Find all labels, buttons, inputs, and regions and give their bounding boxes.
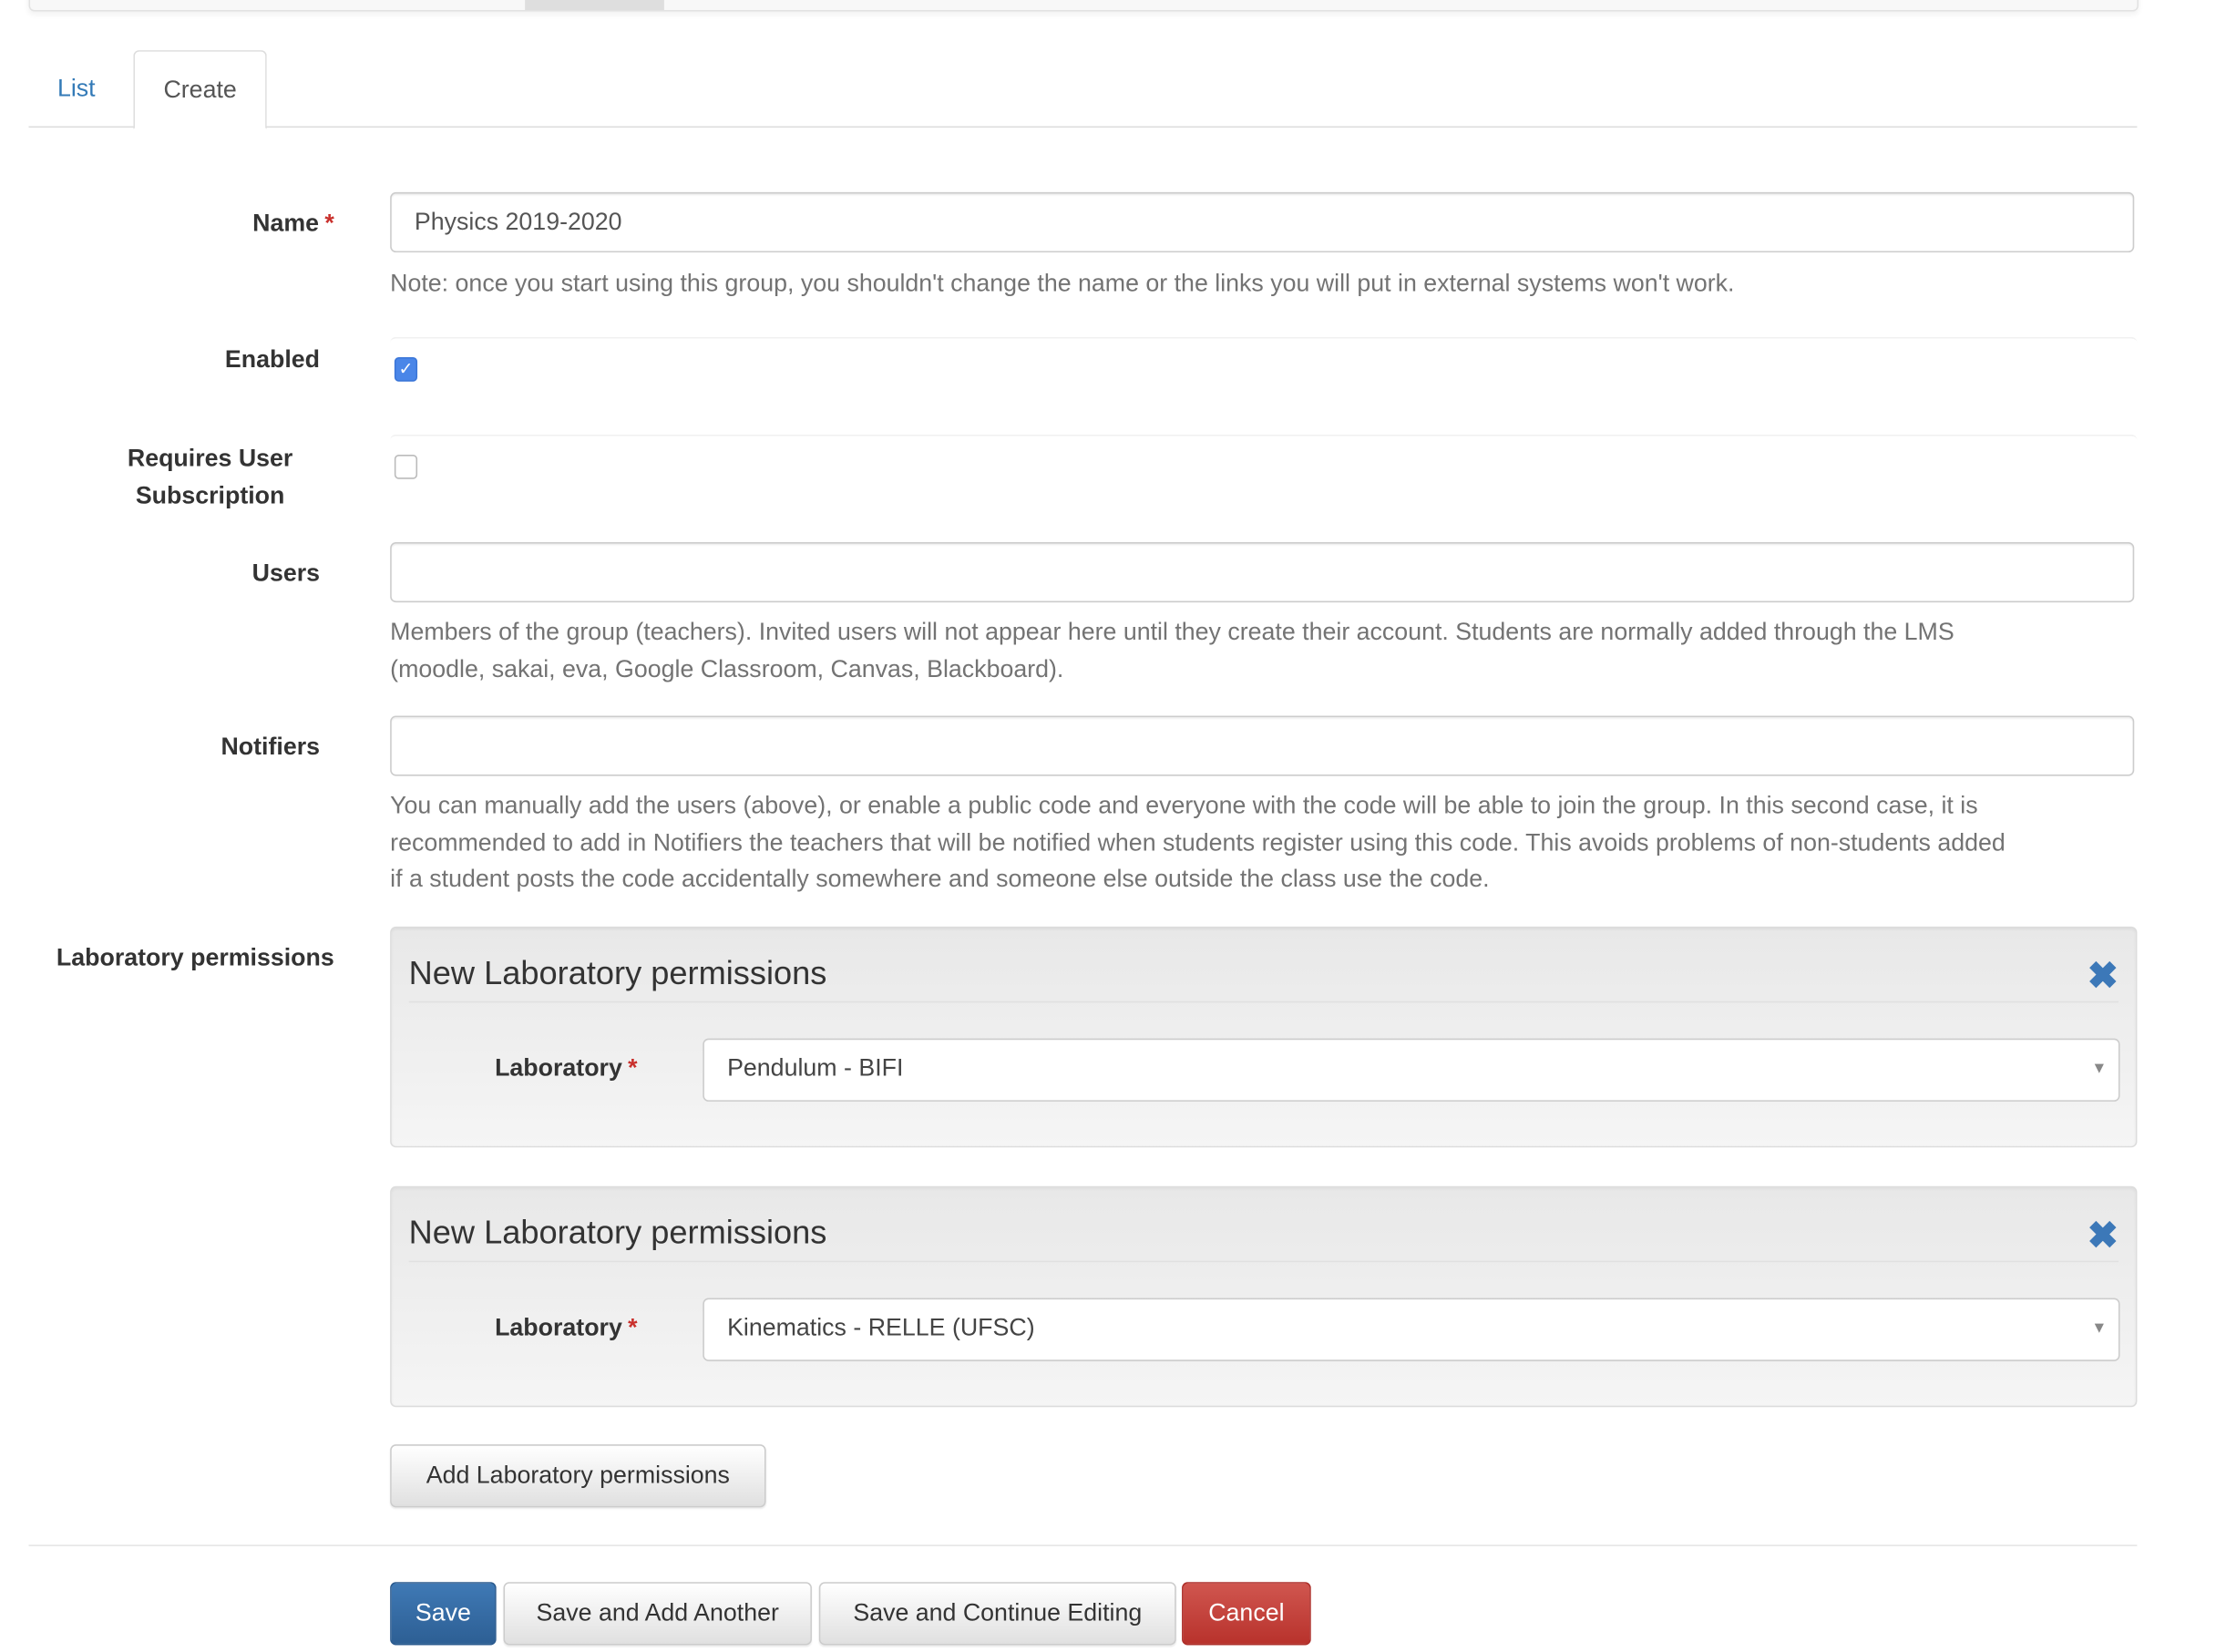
laboratory-select[interactable]: Pendulum - BIFI ▼ xyxy=(703,1038,2120,1102)
required-marker: * xyxy=(628,1053,638,1082)
chevron-down-icon: ▼ xyxy=(2091,1060,2108,1078)
save-and-add-another-button[interactable]: Save and Add Another xyxy=(503,1582,812,1646)
save-button[interactable]: Save xyxy=(390,1582,497,1646)
navbar-active-item[interactable] xyxy=(525,0,664,11)
page: List Create Name * Physics 2019-2020 Note… xyxy=(0,0,2216,1652)
laboratory-label: Laboratory * xyxy=(495,1314,637,1342)
notifiers-help-line: recommended to add in Notifiers the teac… xyxy=(390,828,2006,856)
panel-title: New Laboratory permissions xyxy=(408,953,827,991)
panel-divider xyxy=(408,1000,2119,1003)
laboratory-select-value: Pendulum - BIFI xyxy=(727,1053,904,1082)
panel-title: New Laboratory permissions xyxy=(408,1213,827,1251)
tab-list[interactable]: List xyxy=(28,50,124,126)
laboratory-select-value: Kinematics - RELLE (UFSC) xyxy=(727,1313,1035,1341)
notifiers-input[interactable] xyxy=(390,715,2135,776)
users-label: Users xyxy=(251,559,321,587)
notifiers-help-line: if a student posts the code accidentally… xyxy=(390,865,1490,893)
notifiers-label: Notifiers xyxy=(221,733,321,761)
cancel-button[interactable]: Cancel xyxy=(1182,1582,1311,1646)
notifiers-help-line: You can manually add the users (above), … xyxy=(390,791,1978,819)
laboratory-label: Laboratory * xyxy=(495,1054,637,1083)
divider xyxy=(28,1544,2138,1546)
tab-create[interactable]: Create xyxy=(133,50,267,129)
save-and-continue-button[interactable]: Save and Continue Editing xyxy=(818,1582,1176,1646)
requires-subscription-label: Requires User Subscription xyxy=(86,440,333,515)
laboratory-select[interactable]: Kinematics - RELLE (UFSC) ▼ xyxy=(703,1298,2120,1361)
name-label-text: Name xyxy=(252,209,320,237)
panel-divider xyxy=(408,1260,2119,1263)
add-lab-permissions-button[interactable]: Add Laboratory permissions xyxy=(390,1444,766,1508)
requires-subscription-label-line1: Requires User xyxy=(127,444,293,472)
enabled-label: Enabled xyxy=(224,345,321,374)
lab-permission-panel: New Laboratory permissions ✖ Laboratory *… xyxy=(390,926,2138,1148)
enabled-row: ✓ xyxy=(390,336,2138,390)
top-navbar xyxy=(28,0,2139,12)
chevron-down-icon: ▼ xyxy=(2091,1319,2108,1338)
users-input[interactable] xyxy=(390,542,2135,603)
remove-icon[interactable]: ✖ xyxy=(2088,957,2119,994)
required-marker: * xyxy=(628,1313,638,1341)
name-help: Note: once you start using this group, y… xyxy=(390,269,1735,297)
users-help-line: Members of the group (teachers). Invited… xyxy=(390,618,1954,646)
requires-subscription-row xyxy=(390,434,2138,487)
required-marker: * xyxy=(324,209,334,237)
users-help: Members of the group (teachers). Invited… xyxy=(390,614,2139,687)
laboratory-label-text: Laboratory xyxy=(495,1313,622,1341)
requires-subscription-checkbox[interactable] xyxy=(394,454,418,479)
name-input[interactable]: Physics 2019-2020 xyxy=(390,191,2135,253)
enabled-checkbox[interactable]: ✓ xyxy=(394,356,418,382)
users-help-line: (moodle, sakai, eva, Google Classroom, C… xyxy=(390,654,1064,682)
lab-permissions-label: Laboratory permissions xyxy=(56,943,334,971)
lab-permission-panel: New Laboratory permissions ✖ Laboratory *… xyxy=(390,1185,2138,1408)
requires-subscription-label-line2: Subscription xyxy=(135,481,285,509)
check-icon: ✓ xyxy=(398,358,414,379)
notifiers-help: You can manually add the users (above), … xyxy=(390,787,2139,897)
laboratory-label-text: Laboratory xyxy=(495,1053,622,1082)
name-label: Name * xyxy=(143,205,334,242)
remove-icon[interactable]: ✖ xyxy=(2088,1216,2119,1254)
tab-bar: List Create xyxy=(28,50,2138,129)
